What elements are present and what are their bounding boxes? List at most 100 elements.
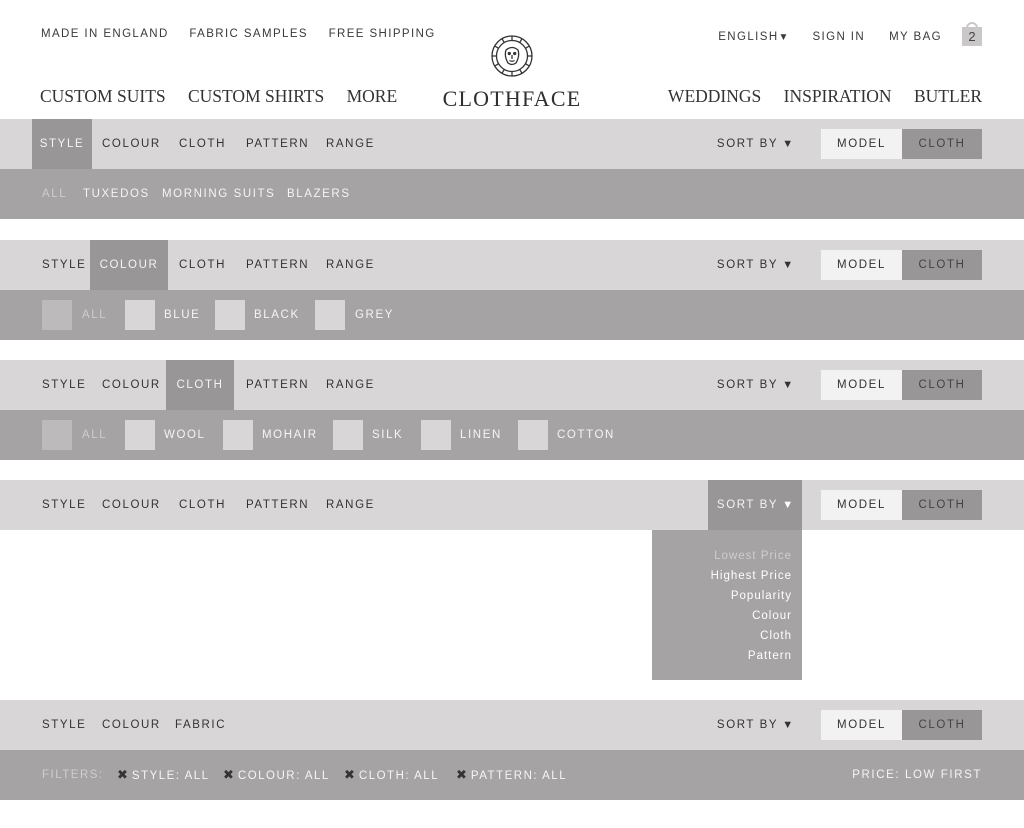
- tab-fabric[interactable]: FABRIC: [175, 700, 226, 750]
- tab-pattern[interactable]: PATTERN: [246, 360, 309, 410]
- style-options: ALL TUXEDOS MORNING SUITS BLAZERS: [0, 169, 1024, 219]
- toggle-cloth[interactable]: CLOTH: [902, 710, 982, 740]
- tab-pattern[interactable]: PATTERN: [246, 480, 309, 530]
- tab-cloth[interactable]: CLOTH: [179, 240, 226, 290]
- free-shipping-link[interactable]: FREE SHIPPING: [329, 28, 436, 40]
- filter-chip-style[interactable]: ✖ STYLE: ALL: [117, 750, 210, 800]
- filter-chip-pattern[interactable]: ✖ PATTERN: ALL: [456, 750, 567, 800]
- remove-icon[interactable]: ✖: [456, 767, 467, 782]
- cloth-swatch-wool[interactable]: [125, 420, 155, 450]
- tab-range[interactable]: RANGE: [326, 119, 375, 169]
- tab-range[interactable]: RANGE: [326, 480, 375, 530]
- tab-pattern[interactable]: PATTERN: [246, 240, 309, 290]
- toggle-model[interactable]: MODEL: [821, 490, 902, 520]
- sort-by-label: SORT BY: [716, 379, 779, 391]
- brand-logo[interactable]: CLOTHFACE: [436, 34, 588, 112]
- toggle-cloth[interactable]: CLOTH: [902, 129, 982, 159]
- sort-by-button[interactable]: SORT BY ▼: [708, 119, 802, 169]
- colour-swatch-black[interactable]: [215, 300, 245, 330]
- nav-custom-shirts[interactable]: CUSTOM SHIRTS: [188, 86, 324, 106]
- tab-style[interactable]: STYLE: [42, 700, 86, 750]
- tab-cloth[interactable]: CLOTH: [179, 480, 226, 530]
- language-selector[interactable]: ENGLISH▼: [718, 31, 788, 43]
- style-option-morning-suits[interactable]: MORNING SUITS: [162, 169, 275, 219]
- sort-option-cloth[interactable]: Cloth: [652, 626, 802, 646]
- cloth-swatch-silk[interactable]: [333, 420, 363, 450]
- tab-style[interactable]: STYLE: [42, 240, 86, 290]
- tab-range[interactable]: RANGE: [326, 240, 375, 290]
- nav-weddings[interactable]: WEDDINGS: [668, 86, 761, 106]
- colour-option-black[interactable]: BLACK: [254, 290, 300, 340]
- nav-inspiration[interactable]: INSPIRATION: [784, 86, 892, 106]
- toggle-cloth[interactable]: CLOTH: [902, 490, 982, 520]
- cloth-option-linen[interactable]: LINEN: [460, 410, 502, 460]
- sort-option-pattern[interactable]: Pattern: [652, 646, 802, 666]
- fabric-samples-link[interactable]: FABRIC SAMPLES: [189, 28, 308, 40]
- tab-range[interactable]: RANGE: [326, 360, 375, 410]
- style-option-blazers[interactable]: BLAZERS: [287, 169, 351, 219]
- sort-option-popularity[interactable]: Popularity: [652, 586, 802, 606]
- toggle-model[interactable]: MODEL: [821, 129, 902, 159]
- tab-colour[interactable]: COLOUR: [102, 119, 161, 169]
- style-option-all[interactable]: ALL: [42, 169, 67, 219]
- tab-style[interactable]: STYLE: [42, 360, 86, 410]
- filter-bar-sort: STYLE COLOUR CLOTH PATTERN RANGE SORT BY…: [0, 480, 1024, 530]
- filter-chip-cloth[interactable]: ✖ CLOTH: ALL: [344, 750, 439, 800]
- tab-colour[interactable]: COLOUR: [102, 480, 161, 530]
- bag-count-badge: 2: [968, 29, 976, 44]
- colour-swatch-blue[interactable]: [125, 300, 155, 330]
- colour-swatch-all[interactable]: [42, 300, 72, 330]
- colour-option-grey[interactable]: GREY: [355, 290, 394, 340]
- toggle-model[interactable]: MODEL: [821, 250, 902, 280]
- toggle-model[interactable]: MODEL: [821, 370, 902, 400]
- tab-colour[interactable]: COLOUR: [102, 360, 161, 410]
- remove-icon[interactable]: ✖: [117, 767, 128, 782]
- remove-icon[interactable]: ✖: [344, 767, 355, 782]
- chevron-down-icon: ▼: [778, 32, 789, 43]
- toggle-cloth[interactable]: CLOTH: [902, 250, 982, 280]
- sort-option-colour[interactable]: Colour: [652, 606, 802, 626]
- style-option-tuxedos[interactable]: TUXEDOS: [83, 169, 150, 219]
- remove-icon[interactable]: ✖: [223, 767, 234, 782]
- toggle-cloth[interactable]: CLOTH: [902, 370, 982, 400]
- tab-colour[interactable]: COLOUR: [90, 240, 168, 290]
- nav-custom-suits[interactable]: CUSTOM SUITS: [40, 86, 166, 106]
- cloth-swatch-cotton[interactable]: [518, 420, 548, 450]
- colour-swatch-grey[interactable]: [315, 300, 345, 330]
- cloth-option-cotton[interactable]: COTTON: [557, 410, 615, 460]
- tab-pattern[interactable]: PATTERN: [246, 119, 309, 169]
- tab-style[interactable]: STYLE: [32, 119, 92, 169]
- view-toggle: MODEL CLOTH: [821, 370, 982, 400]
- made-in-england-link[interactable]: MADE IN ENGLAND: [41, 28, 169, 40]
- view-toggle: MODEL CLOTH: [821, 710, 982, 740]
- nav-butler[interactable]: BUTLER: [914, 86, 982, 106]
- sort-option-lowest-price[interactable]: Lowest Price: [652, 546, 802, 566]
- price-sort-indicator[interactable]: PRICE: LOW FIRST: [852, 750, 982, 800]
- tab-cloth[interactable]: CLOTH: [179, 119, 226, 169]
- cloth-swatch-mohair[interactable]: [223, 420, 253, 450]
- tab-colour[interactable]: COLOUR: [102, 700, 161, 750]
- cloth-option-wool[interactable]: WOOL: [164, 410, 206, 460]
- cloth-option-silk[interactable]: SILK: [372, 410, 403, 460]
- cloth-option-all[interactable]: ALL: [82, 410, 107, 460]
- tab-cloth[interactable]: CLOTH: [166, 360, 234, 410]
- my-bag-link[interactable]: MY BAG: [889, 31, 942, 43]
- nav-more[interactable]: MORE: [347, 86, 398, 106]
- cloth-swatch-linen[interactable]: [421, 420, 451, 450]
- colour-option-blue[interactable]: BLUE: [164, 290, 200, 340]
- cloth-swatch-all[interactable]: [42, 420, 72, 450]
- sign-in-link[interactable]: SIGN IN: [812, 31, 865, 43]
- tab-style[interactable]: STYLE: [42, 480, 86, 530]
- shopping-bag-icon[interactable]: 2: [962, 22, 982, 46]
- view-toggle: MODEL CLOTH: [821, 250, 982, 280]
- sort-by-button[interactable]: SORT BY ▼: [708, 700, 802, 750]
- sort-option-highest-price[interactable]: Highest Price: [652, 566, 802, 586]
- sort-by-button[interactable]: SORT BY ▼: [708, 360, 802, 410]
- cloth-option-mohair[interactable]: MOHAIR: [262, 410, 318, 460]
- caret-down-icon: ▼: [782, 499, 794, 511]
- sort-by-button[interactable]: SORT BY ▼: [708, 240, 802, 290]
- colour-option-all[interactable]: ALL: [82, 290, 107, 340]
- toggle-model[interactable]: MODEL: [821, 710, 902, 740]
- sort-by-button[interactable]: SORT BY ▼: [708, 480, 802, 530]
- filter-chip-colour[interactable]: ✖ COLOUR: ALL: [223, 750, 330, 800]
